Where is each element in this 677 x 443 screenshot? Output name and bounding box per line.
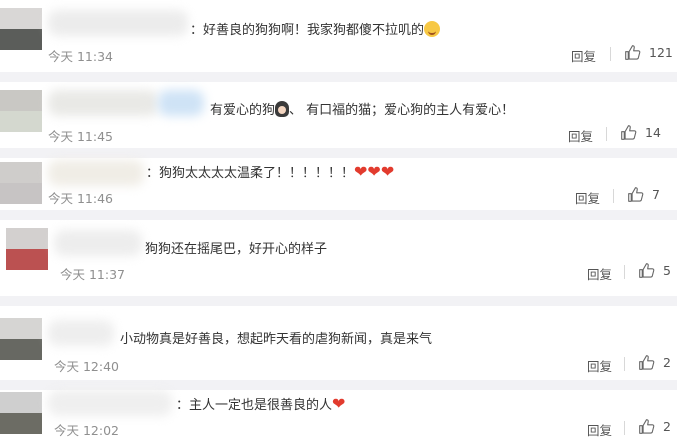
thumbs-up-icon xyxy=(628,187,644,202)
comment-time: 今天 11:34 xyxy=(48,49,113,64)
like-button[interactable]: 121 xyxy=(624,44,673,61)
like-count: 121 xyxy=(649,45,673,60)
avatar[interactable] xyxy=(0,8,42,50)
like-count: 2 xyxy=(663,355,671,370)
username-blurred[interactable] xyxy=(48,90,158,116)
username-blurred[interactable] xyxy=(48,10,188,36)
comment-text: ：狗狗太太太太温柔了！！！！！！❤❤❤ xyxy=(146,162,395,181)
reply-button[interactable]: 回复 xyxy=(571,46,596,65)
reply-button[interactable]: 回复 xyxy=(587,420,612,439)
thumbs-up-icon xyxy=(625,45,641,60)
like-button[interactable]: 2 xyxy=(638,418,671,435)
like-button[interactable]: 14 xyxy=(620,124,661,141)
comment-text: 有爱心的狗、 有口福的猫；爱心狗的主人有爱心！ xyxy=(210,101,515,118)
separator xyxy=(0,148,677,158)
divider xyxy=(606,127,607,141)
avatar[interactable] xyxy=(0,318,42,360)
avatar[interactable] xyxy=(0,90,42,132)
laughing-face-icon xyxy=(424,21,441,37)
avatar[interactable] xyxy=(6,228,48,270)
comment-item: 小动物真是好善良，想起昨天看的虐狗新闻，真是来气 今天 12:40 回复 2 xyxy=(0,306,677,380)
avatar[interactable] xyxy=(0,162,42,204)
avatar[interactable] xyxy=(0,392,42,434)
comment-time: 今天 11:45 xyxy=(48,129,113,144)
separator xyxy=(0,380,677,390)
like-button[interactable]: 2 xyxy=(638,354,671,371)
thumbs-up-icon xyxy=(639,263,655,278)
username-blurred[interactable] xyxy=(158,90,204,116)
comment-text: ：好善良的狗狗啊！我家狗都傻不拉叽的 xyxy=(190,19,441,38)
divider xyxy=(624,421,625,435)
girl-emoji-icon xyxy=(275,101,290,117)
like-count: 2 xyxy=(663,419,671,434)
divider xyxy=(610,47,611,61)
reply-button[interactable]: 回复 xyxy=(575,188,600,207)
comment-item: 有爱心的狗、 有口福的猫；爱心狗的主人有爱心！ 今天 11:45 回复 14 xyxy=(0,82,677,148)
like-count: 7 xyxy=(652,187,660,202)
divider xyxy=(624,265,625,279)
comment-text: 小动物真是好善良，想起昨天看的虐狗新闻，真是来气 xyxy=(120,332,433,347)
username-blurred[interactable] xyxy=(48,320,114,346)
comment-item: ：主人一定也是很善良的人❤ 今天 12:02 回复 2 xyxy=(0,390,677,443)
comment-item: ：狗狗太太太太温柔了！！！！！！❤❤❤ 今天 11:46 回复 7 xyxy=(0,158,677,210)
like-count: 14 xyxy=(645,125,661,140)
username-blurred[interactable] xyxy=(48,390,172,416)
separator xyxy=(0,296,677,306)
comment-time: 今天 11:46 xyxy=(48,191,113,206)
reply-button[interactable]: 回复 xyxy=(568,126,593,145)
reply-button[interactable]: 回复 xyxy=(587,356,612,375)
username-blurred[interactable] xyxy=(54,230,142,256)
reply-button[interactable]: 回复 xyxy=(587,264,612,283)
separator xyxy=(0,72,677,82)
thumbs-up-icon xyxy=(639,419,655,434)
comment-text: ：主人一定也是很善良的人❤ xyxy=(176,394,346,413)
comment-time: 今天 11:37 xyxy=(60,267,125,282)
like-button[interactable]: 7 xyxy=(627,186,660,203)
comment-item: ：好善良的狗狗啊！我家狗都傻不拉叽的 今天 11:34 回复 121 xyxy=(0,0,677,72)
like-button[interactable]: 5 xyxy=(638,262,671,279)
divider xyxy=(613,189,614,203)
comment-time: 今天 12:02 xyxy=(54,423,119,438)
heart-icon: ❤❤❤ xyxy=(354,162,395,181)
comment-time: 今天 12:40 xyxy=(54,359,119,374)
heart-icon: ❤ xyxy=(332,394,346,413)
separator xyxy=(0,210,677,220)
like-count: 5 xyxy=(663,263,671,278)
comment-text: 狗狗还在摇尾巴，好开心的样子 xyxy=(145,242,328,257)
thumbs-up-icon xyxy=(621,125,637,140)
divider xyxy=(624,357,625,371)
comment-item: 狗狗还在摇尾巴，好开心的样子 今天 11:37 回复 5 xyxy=(0,220,677,296)
username-blurred[interactable] xyxy=(48,160,144,186)
thumbs-up-icon xyxy=(639,355,655,370)
